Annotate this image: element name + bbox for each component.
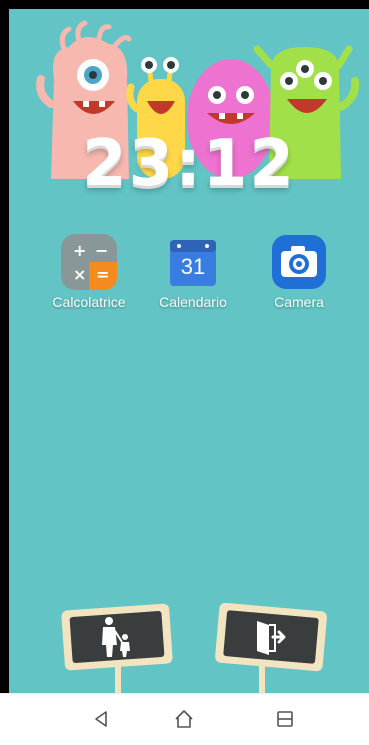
calculator-icon: + − × = [61,234,117,290]
exit-sign[interactable] [209,601,333,693]
recents-icon[interactable] [270,704,300,734]
app-calendario[interactable]: 31 Calendario [143,234,243,310]
svg-text:=: = [96,265,109,284]
calendar-day: 31 [180,254,206,279]
svg-text:+: + [73,241,86,260]
svg-text:−: − [95,241,108,260]
navigation-bar [0,693,369,745]
app-label: Calendario [159,294,227,310]
svg-text:×: × [73,265,86,284]
back-icon[interactable] [86,704,116,734]
home-icon[interactable] [169,704,199,734]
app-camera[interactable]: Camera [249,234,349,310]
app-calcolatrice[interactable]: + − × = Calcolatrice [39,234,139,310]
app-label: Camera [274,294,324,310]
parent-mode-sign[interactable] [57,601,177,693]
camera-icon [271,234,327,290]
calendar-icon: 31 [165,234,221,290]
app-label: Calcolatrice [52,294,126,310]
launcher-screen: 23:12 + − × = Calcolatrice 31 Calendario… [9,9,369,693]
home-clock: 23:12 [82,127,296,201]
